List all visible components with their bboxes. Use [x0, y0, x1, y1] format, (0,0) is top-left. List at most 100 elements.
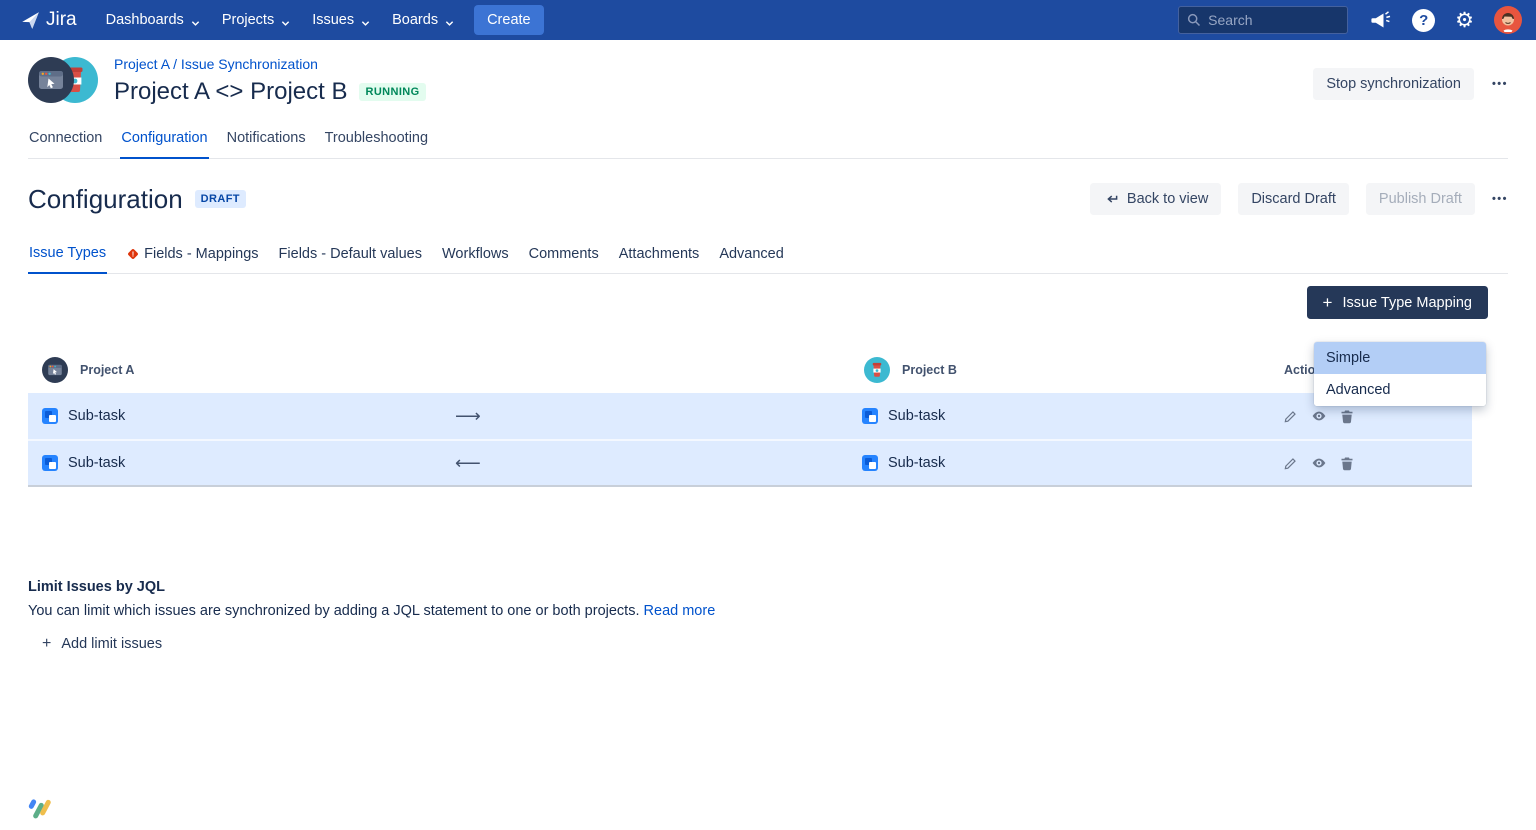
back-arrow-icon [1103, 192, 1119, 207]
tab-connection[interactable]: Connection [28, 130, 103, 158]
add-issue-type-mapping-label: Issue Type Mapping [1342, 295, 1472, 311]
view-icon[interactable] [1311, 408, 1327, 424]
add-issue-type-mapping-button[interactable]: + Issue Type Mapping [1307, 286, 1488, 319]
subtask-icon [42, 455, 58, 471]
project-a-avatar-small [42, 357, 68, 383]
mapping-type-dropdown: Simple Advanced [1314, 342, 1486, 406]
draft-badge: DRAFT [195, 190, 246, 208]
plus-icon: + [1323, 294, 1333, 311]
subtab-issue-types[interactable]: Issue Types [28, 245, 107, 274]
config-header: Configuration DRAFT Back to view Discard… [28, 183, 1508, 215]
svg-text:!: ! [132, 249, 135, 258]
logo-bar-blue [28, 799, 37, 810]
dropdown-item-simple[interactable]: Simple [1314, 342, 1486, 374]
back-to-view-label: Back to view [1127, 191, 1208, 207]
table-row: Sub-task ⟵ Sub-task [28, 439, 1472, 485]
config-more-button[interactable]: ••• [1492, 193, 1508, 205]
tab-configuration[interactable]: Configuration [120, 130, 208, 159]
table-row: Sub-task ⟶ Sub-task [28, 393, 1472, 439]
issue-type-right: Sub-task [888, 455, 945, 471]
limit-issues-section: Limit Issues by JQL You can limit which … [28, 579, 1508, 653]
column-header-project-b: Project B [902, 363, 957, 377]
add-limit-issues-button[interactable]: + Add limit issues [42, 635, 162, 653]
subtab-label: Fields - Default values [279, 246, 422, 262]
nav-item-boards[interactable]: Boards [381, 0, 465, 40]
jql-description: You can limit which issues are synchroni… [28, 603, 640, 619]
warning-icon: ! [126, 247, 140, 261]
plus-icon: + [42, 635, 51, 653]
sync-direction-left-icon: ⟵ [455, 453, 481, 474]
delete-icon[interactable] [1340, 409, 1354, 424]
stop-synchronization-button[interactable]: Stop synchronization [1313, 68, 1474, 100]
nav-item-issues[interactable]: Issues [301, 0, 381, 40]
main-tabs: Connection Configuration Notifications T… [28, 130, 1508, 159]
sync-avatars [28, 56, 98, 104]
nav-item-projects[interactable]: Projects [211, 0, 301, 40]
tab-troubleshooting[interactable]: Troubleshooting [324, 130, 429, 158]
subtab-label: Issue Types [29, 245, 106, 261]
page-title: Project A <> Project B [114, 78, 347, 106]
mapping-table-header: Project A Project B Actions [28, 347, 1472, 393]
top-nav: Jira Dashboards Projects Issues Boards C… [0, 0, 1536, 40]
issue-type-left: Sub-task [68, 408, 125, 424]
gear-icon[interactable]: ⚙ [1455, 10, 1474, 31]
subtab-label: Fields - Mappings [144, 246, 258, 262]
nav-item-dashboards[interactable]: Dashboards [95, 0, 211, 40]
chevron-down-icon [445, 16, 454, 25]
nav-item-label: Dashboards [106, 12, 184, 28]
dropdown-item-advanced[interactable]: Advanced [1314, 374, 1486, 406]
status-badge: RUNNING [359, 83, 425, 101]
user-avatar[interactable] [1494, 6, 1522, 34]
jira-brand-label: Jira [46, 9, 77, 31]
issue-type-right: Sub-task [888, 408, 945, 424]
project-a-avatar [28, 57, 74, 103]
config-subtabs: Issue Types ! Fields - Mappings Fields -… [28, 245, 1508, 274]
subtab-label: Advanced [719, 246, 784, 262]
discard-draft-button[interactable]: Discard Draft [1238, 183, 1349, 215]
help-icon[interactable]: ? [1412, 9, 1435, 32]
search-icon [1187, 13, 1201, 27]
publish-draft-button[interactable]: Publish Draft [1366, 183, 1475, 215]
subtab-label: Attachments [619, 246, 700, 262]
search-box[interactable] [1178, 6, 1348, 34]
read-more-link[interactable]: Read more [644, 603, 716, 619]
add-limit-issues-label: Add limit issues [61, 636, 162, 652]
breadcrumb[interactable]: Project A / Issue Synchronization [114, 56, 426, 72]
subtab-fields-default-values[interactable]: Fields - Default values [278, 245, 423, 273]
chevron-down-icon [361, 16, 370, 25]
getint-logo[interactable] [28, 798, 52, 820]
page-header: Project A / Issue Synchronization Projec… [0, 40, 1536, 106]
issue-type-left: Sub-task [68, 455, 125, 471]
jql-heading: Limit Issues by JQL [28, 579, 1508, 595]
subtask-icon [42, 408, 58, 424]
mapping-table: Project A Project B Actions Sub-task ⟶ S… [28, 347, 1472, 487]
issue-type-mapping-section: + Issue Type Mapping Simple Advanced Pro… [0, 286, 1536, 487]
nav-item-label: Projects [222, 12, 274, 28]
subtab-fields-mappings[interactable]: ! Fields - Mappings [125, 245, 259, 273]
subtask-icon [862, 455, 878, 471]
subtab-advanced[interactable]: Advanced [718, 245, 785, 273]
view-icon[interactable] [1311, 455, 1327, 471]
chevron-down-icon [191, 16, 200, 25]
config-title: Configuration [28, 184, 183, 215]
announcement-icon[interactable] [1368, 8, 1392, 32]
jira-brand[interactable]: Jira [20, 9, 77, 31]
sync-direction-right-icon: ⟶ [455, 406, 481, 427]
subtab-label: Workflows [442, 246, 509, 262]
tab-notifications[interactable]: Notifications [226, 130, 307, 158]
edit-icon[interactable] [1283, 409, 1298, 424]
back-to-view-button[interactable]: Back to view [1090, 183, 1221, 215]
edit-icon[interactable] [1283, 456, 1298, 471]
create-button[interactable]: Create [474, 5, 544, 35]
subtab-label: Comments [529, 246, 599, 262]
delete-icon[interactable] [1340, 456, 1354, 471]
column-header-project-a: Project A [80, 363, 134, 377]
subtab-attachments[interactable]: Attachments [618, 245, 701, 273]
search-input[interactable] [1208, 12, 1326, 28]
nav-item-label: Boards [392, 12, 438, 28]
jira-logo-icon [20, 10, 41, 31]
header-more-button[interactable]: ••• [1492, 78, 1508, 90]
subtab-comments[interactable]: Comments [528, 245, 600, 273]
subtab-workflows[interactable]: Workflows [441, 245, 510, 273]
chevron-down-icon [281, 16, 290, 25]
